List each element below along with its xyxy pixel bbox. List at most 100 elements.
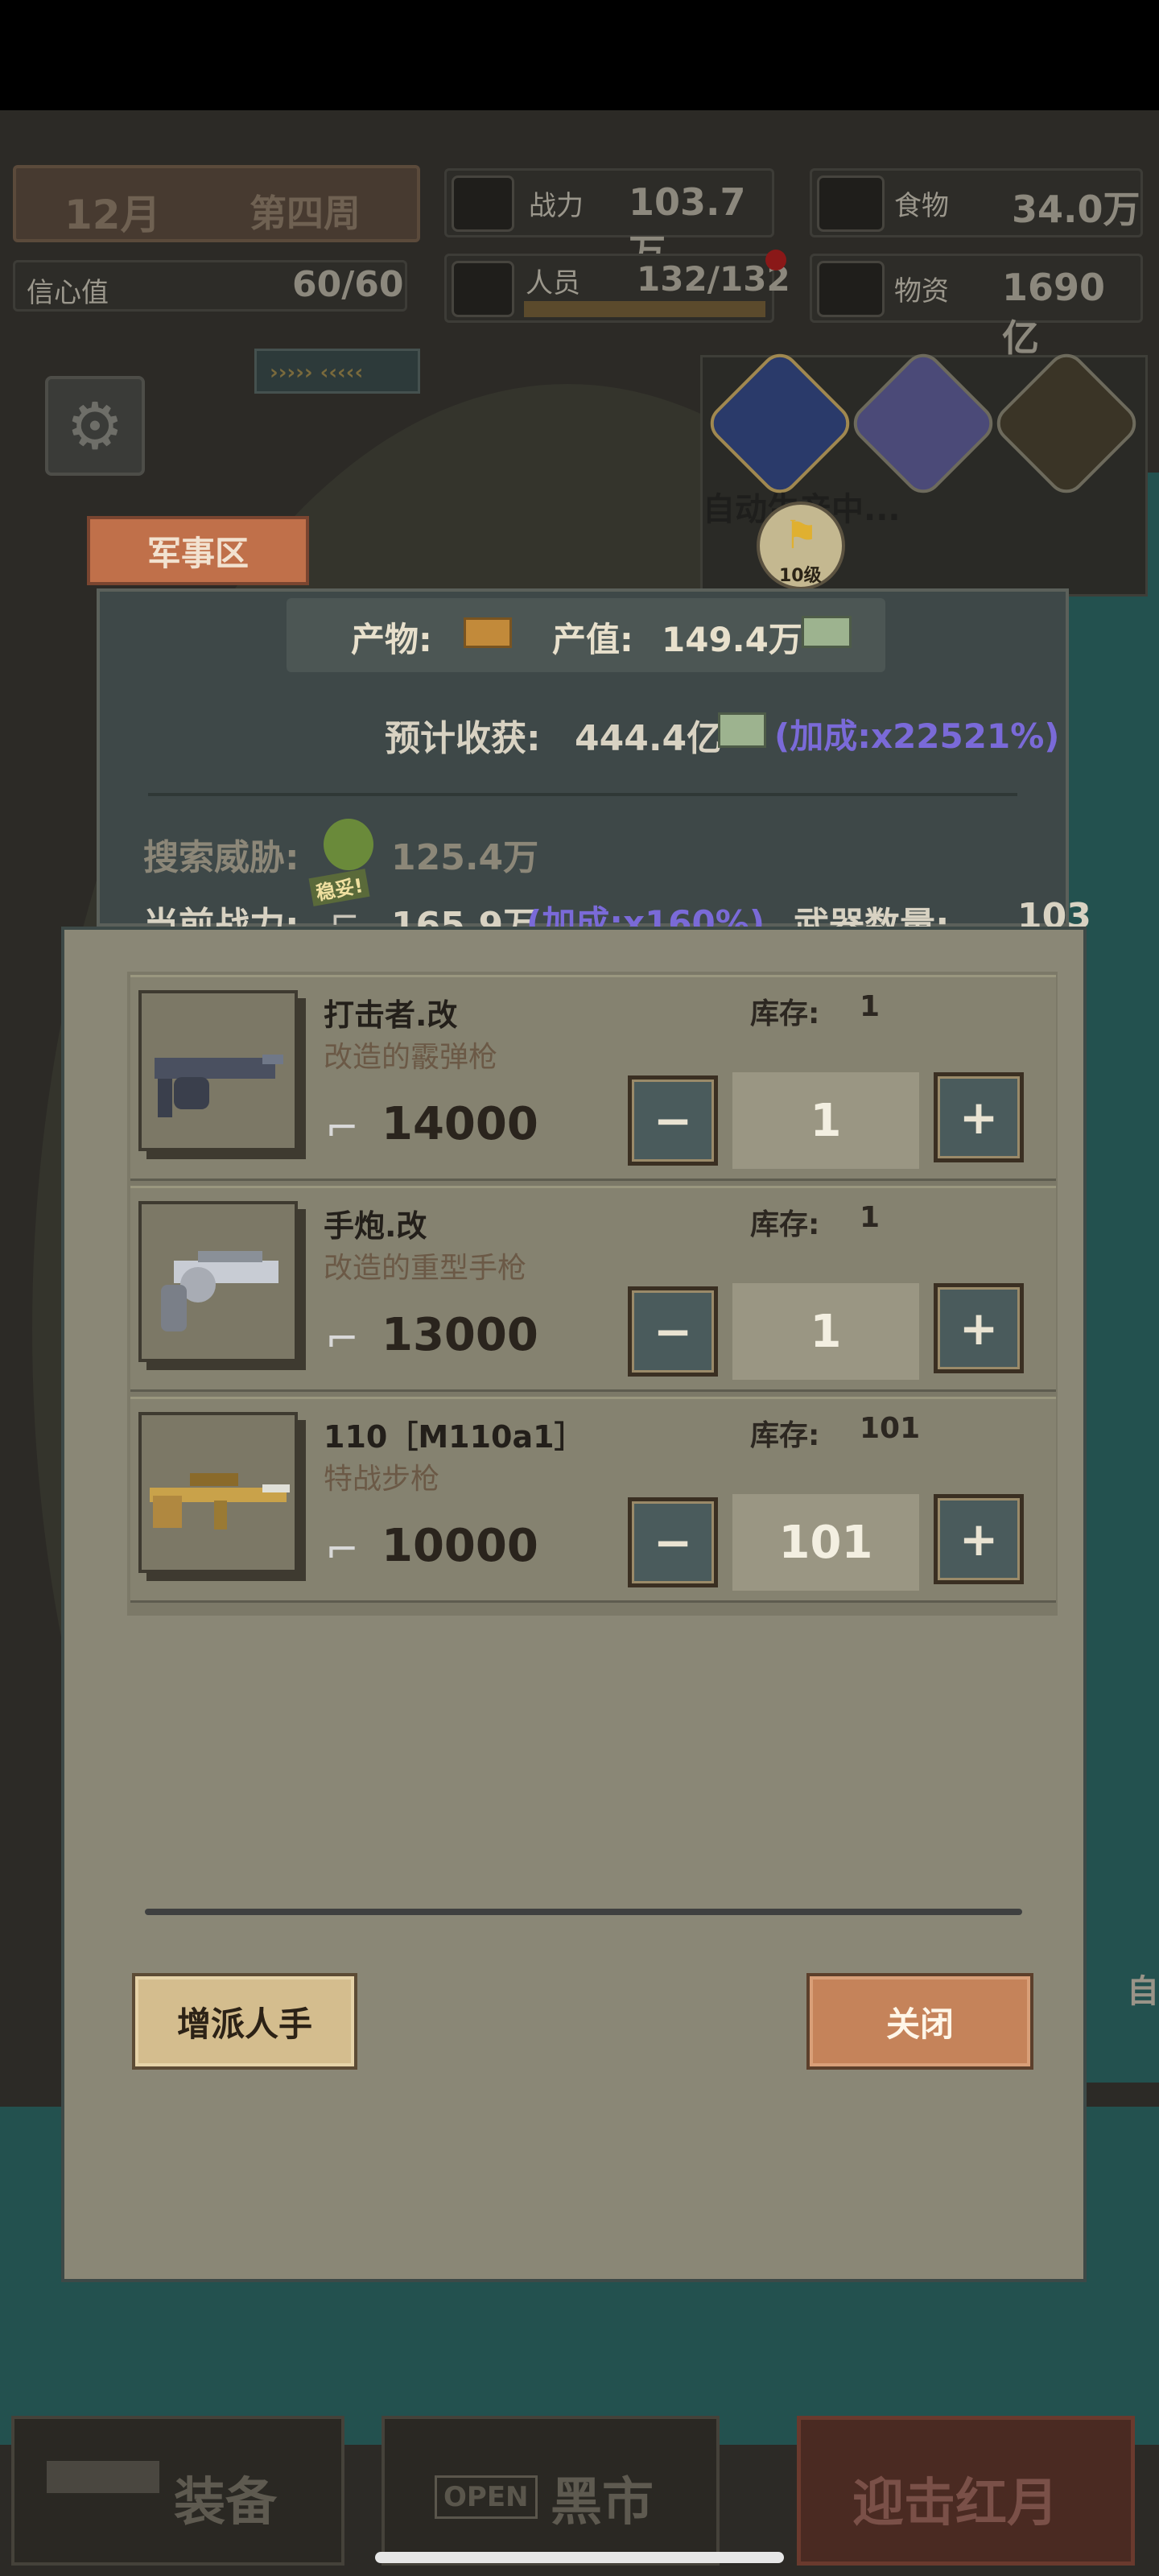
stock-value: 101 xyxy=(860,1412,921,1445)
increase-button[interactable]: + xyxy=(934,1494,1024,1584)
plus-icon: + xyxy=(959,1090,999,1145)
weapon-row: 手炮.改 改造的重型手枪 库存: 1 ⌐ 13000 − 1 + xyxy=(130,1186,1056,1392)
output-value: 149.4万 xyxy=(662,620,802,659)
confidence-bar: 信心值 60/60 xyxy=(13,260,407,312)
gun-icon xyxy=(452,175,514,232)
red-dot xyxy=(765,250,786,270)
people-label: 人员 xyxy=(526,267,580,299)
base-hex-icon[interactable] xyxy=(702,345,858,502)
weapons-panel: 打击者.改 改造的霰弹枪 库存: 1 ⌐ 14000 − 1 + 手炮.改 改造… xyxy=(61,927,1087,2282)
stock-label: 库存: xyxy=(750,1208,820,1241)
supplies-stat: 物资 1690亿 xyxy=(810,254,1143,360)
gold-bars-icon xyxy=(464,617,512,648)
weapon-power: 14000 xyxy=(382,1098,538,1150)
harvest-bonus: (加成:x22521%) xyxy=(774,716,1060,756)
assign-more-button[interactable]: 增派人手 xyxy=(132,1973,357,2070)
weapon-name: 手炮.改 xyxy=(324,1208,427,1244)
settings-button[interactable]: ⚙ xyxy=(45,376,145,476)
equipment-button[interactable]: 装备 xyxy=(11,2416,344,2566)
shotgun-icon xyxy=(155,1055,283,1117)
date-plate: 12月 第四周 xyxy=(13,165,420,242)
power-gun-icon: ⌐ xyxy=(325,1315,359,1362)
red-moon-label: 迎击红月 xyxy=(852,2474,1058,2533)
quantity-field[interactable]: 1 xyxy=(732,1072,919,1169)
quantity-value: 1 xyxy=(810,1094,842,1147)
meat-icon xyxy=(817,175,885,232)
week-text: 第四周 xyxy=(250,192,361,235)
decrease-button[interactable]: − xyxy=(628,1286,718,1377)
food-stat: 食物 34.0万 xyxy=(810,168,1143,237)
cash-icon xyxy=(817,261,885,317)
black-market-button[interactable]: OPEN 黑市 xyxy=(382,2416,720,2566)
character-white-hat-avatar[interactable] xyxy=(845,345,1001,502)
threat-label: 搜索威胁: xyxy=(143,837,299,878)
person-icon xyxy=(452,261,514,317)
black-market-label: 黑市 xyxy=(551,2473,654,2533)
game-area: 12月 第四周 信心值 60/60 战力 103.7万 人员 132/132 食… xyxy=(0,110,1159,2576)
output-label: 产值: xyxy=(552,620,633,659)
open-sign-icon: OPEN xyxy=(435,2475,538,2519)
weapon-name: 打击者.改 xyxy=(324,997,458,1033)
quantity-value: 1 xyxy=(810,1305,842,1358)
character-glasses-avatar[interactable] xyxy=(988,345,1145,502)
product-bar: 产物: 产值: 149.4万 xyxy=(287,598,885,672)
increase-button[interactable]: + xyxy=(934,1072,1024,1162)
power-label: 战力 xyxy=(529,190,584,222)
minus-icon: − xyxy=(653,1304,693,1359)
decrease-button[interactable]: − xyxy=(628,1075,718,1166)
increase-button[interactable]: + xyxy=(934,1283,1024,1373)
threat-value: 125.4万 xyxy=(391,837,539,878)
weapon-desc: 特战步枪 xyxy=(324,1463,440,1496)
minus-icon: − xyxy=(653,1515,693,1570)
close-label: 关闭 xyxy=(885,2004,954,2044)
cash-stack-icon xyxy=(802,616,852,648)
quantity-field[interactable]: 101 xyxy=(732,1494,919,1591)
stock-label: 库存: xyxy=(750,1419,820,1452)
weapon-thumbnail xyxy=(138,990,298,1151)
month-text: 12月 xyxy=(64,192,161,238)
decrease-button[interactable]: − xyxy=(628,1497,718,1587)
level-flag-badge[interactable]: ⚑ 10级 xyxy=(757,502,845,590)
people-progress xyxy=(524,301,765,317)
quantity-field[interactable]: 1 xyxy=(732,1283,919,1380)
people-stat: 人员 132/132 xyxy=(444,250,790,323)
game-screen: 12月 第四周 信心值 60/60 战力 103.7万 人员 132/132 食… xyxy=(0,0,1159,2576)
panel-divider xyxy=(148,793,1017,796)
harvest-cash-icon xyxy=(718,712,766,748)
mummy-icon xyxy=(324,819,373,870)
arrow-toggle[interactable]: ››››› ‹‹‹‹‹ xyxy=(254,349,420,394)
zone-tag-text: 军事区 xyxy=(146,533,249,573)
level-text: 10级 xyxy=(779,566,822,586)
power-gun-icon: ⌐ xyxy=(325,1104,359,1151)
weapon-power: 10000 xyxy=(382,1520,538,1572)
supplies-label: 物资 xyxy=(894,275,949,308)
stock-label: 库存: xyxy=(750,997,820,1030)
stock-value: 1 xyxy=(860,990,881,1023)
panel-separator xyxy=(145,1909,1022,1915)
weapon-power: 13000 xyxy=(382,1309,538,1361)
zone-info-panel: 产物: 产值: 149.4万 预计收获: 444.4亿 (加成:x22521%)… xyxy=(97,588,1091,946)
home-indicator[interactable] xyxy=(375,2552,784,2563)
zone-tag: 军事区 xyxy=(87,516,309,585)
weapon-row: 打击者.改 改造的霰弹枪 库存: 1 ⌐ 14000 − 1 + xyxy=(130,975,1056,1181)
gear-icon: ⚙ xyxy=(66,388,124,464)
power-stat: 战力 103.7万 xyxy=(444,168,774,275)
weapon-row: 110［M110a1］ 特战步枪 库存: 101 ⌐ 10000 − 101 + xyxy=(130,1397,1056,1603)
food-label: 食物 xyxy=(894,190,949,222)
harvest-label: 预计收获: xyxy=(385,718,541,759)
close-button[interactable]: 关闭 xyxy=(806,1973,1033,2070)
weapon-name: 110［M110a1］ xyxy=(324,1419,585,1455)
red-moon-button[interactable]: 迎击红月 xyxy=(797,2416,1135,2566)
weapon-desc: 改造的重型手枪 xyxy=(324,1252,527,1285)
equipment-label: 装备 xyxy=(174,2473,277,2533)
arrow-glyphs: ››››› ‹‹‹‹‹ xyxy=(270,361,364,385)
side-text: 自 xyxy=(1127,1973,1159,2010)
assign-more-label: 增派人手 xyxy=(176,2004,312,2044)
confidence-value: 60/60 xyxy=(292,264,404,305)
flag-icon: ⚑ xyxy=(784,513,819,558)
product-label: 产物: xyxy=(351,620,432,659)
quantity-value: 101 xyxy=(778,1516,873,1569)
rifle-icon xyxy=(150,1473,290,1530)
confidence-label: 信心值 xyxy=(27,277,109,309)
minus-icon: − xyxy=(653,1093,693,1148)
